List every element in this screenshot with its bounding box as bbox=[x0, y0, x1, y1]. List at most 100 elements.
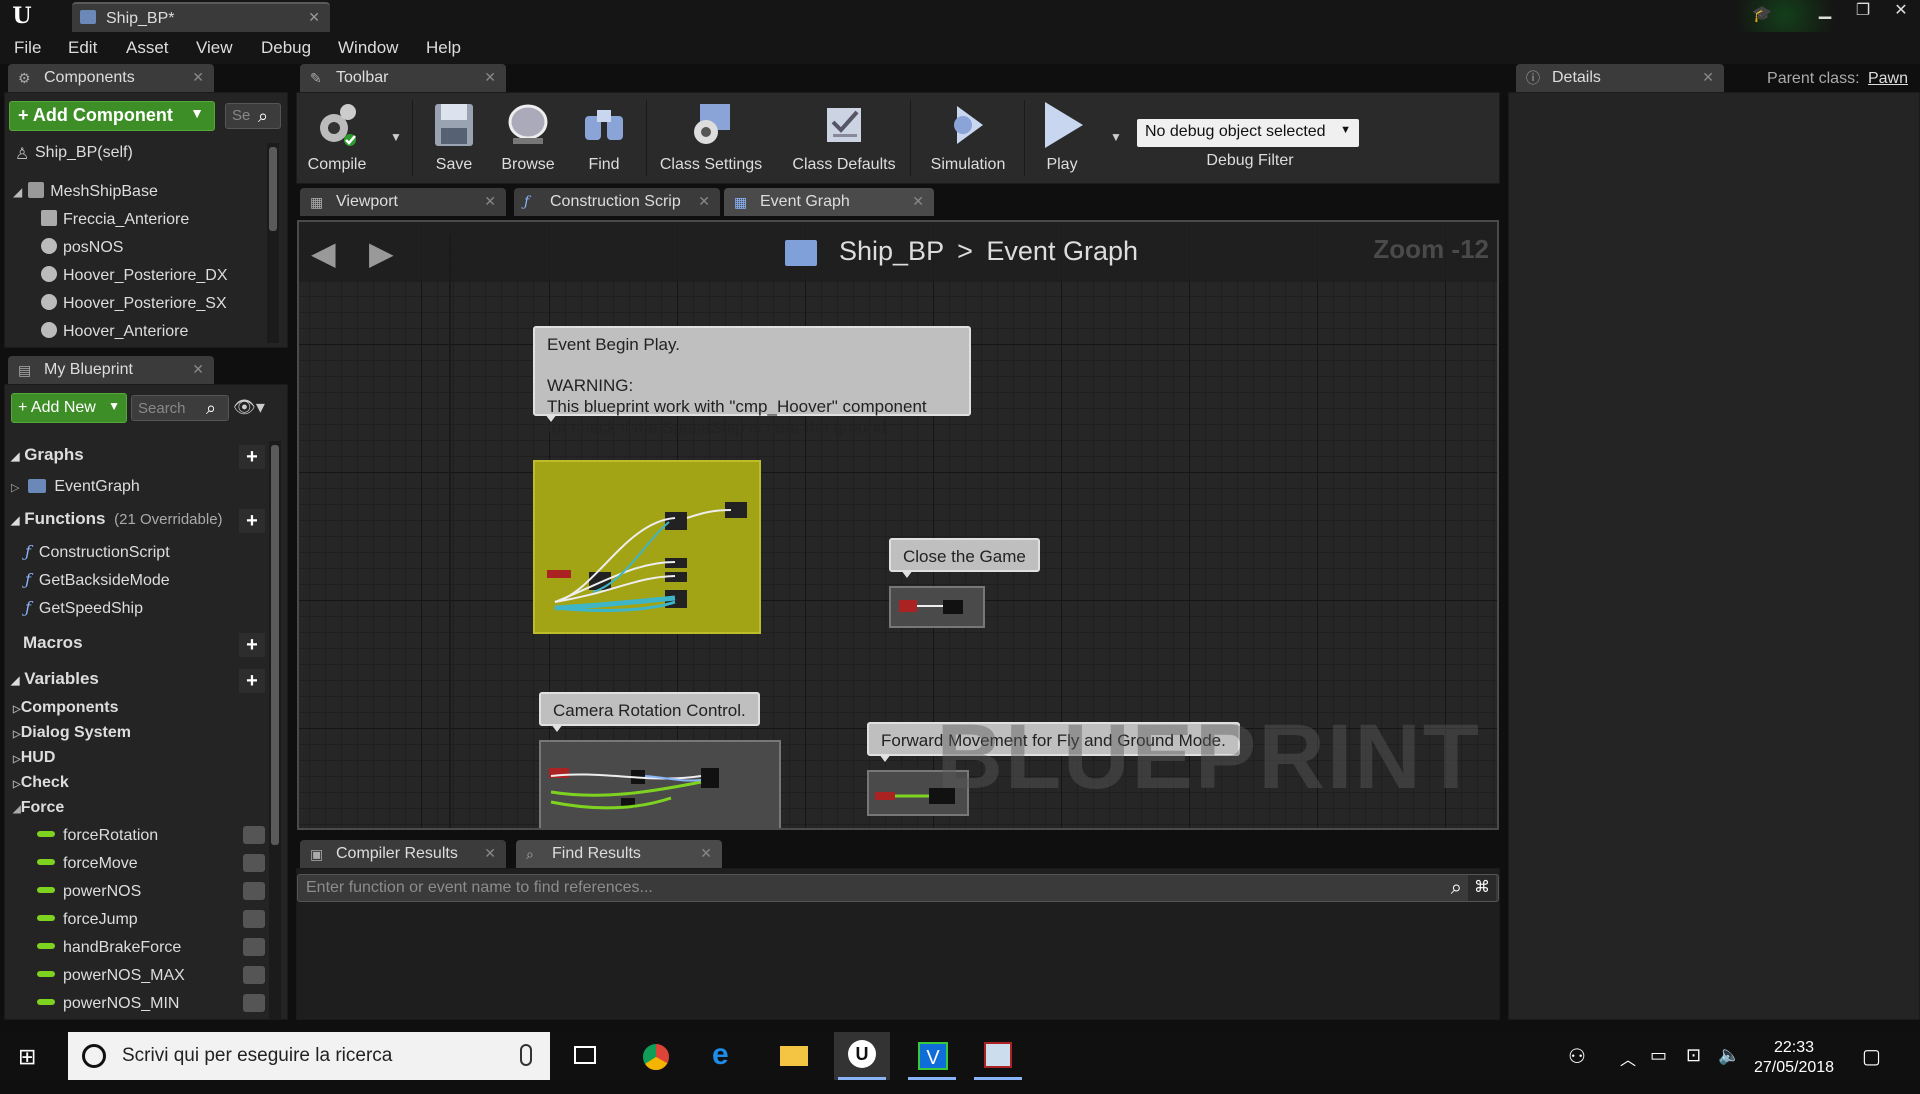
variable-item[interactable]: forceMove bbox=[37, 854, 265, 873]
category-macros[interactable]: Macros + bbox=[11, 633, 267, 659]
taskbar-search-box[interactable]: Scrivi qui per eseguire la ricerca bbox=[68, 1032, 550, 1080]
tree-item-hoover-posteriore-dx[interactable]: Hoover_Posteriore_DX bbox=[41, 266, 228, 285]
menu-asset[interactable]: Asset bbox=[126, 38, 169, 58]
add-function-button[interactable]: + bbox=[239, 509, 265, 533]
add-component-button[interactable]: + Add Component ▼ bbox=[9, 101, 215, 131]
begin-play-node-group[interactable] bbox=[533, 460, 761, 634]
tab-components[interactable]: ⚙ Components ✕ bbox=[8, 64, 214, 92]
variable-item[interactable]: powerNOS_MIN bbox=[37, 994, 265, 1013]
tab-toolbar[interactable]: ✎ Toolbar ✕ bbox=[300, 64, 506, 92]
close-find-results-icon[interactable]: ✕ bbox=[700, 845, 712, 862]
search-icon[interactable]: ⌕ bbox=[1451, 877, 1462, 900]
tree-item-freccia[interactable]: Freccia_Anteriore bbox=[41, 210, 189, 229]
comment-event-begin-play[interactable]: Event Begin Play. WARNING: This blueprin… bbox=[533, 326, 971, 437]
file-explorer-app[interactable] bbox=[766, 1032, 822, 1080]
close-window-button[interactable]: ✕ bbox=[1882, 0, 1920, 24]
find-references-input[interactable]: Enter function or event name to find ref… bbox=[297, 874, 1499, 902]
visual-studio-app[interactable]: V bbox=[904, 1032, 960, 1080]
category-variables[interactable]: ◢ Variables + bbox=[11, 669, 267, 695]
find-in-all-blueprints-binoculars-icon[interactable]: ⌘ bbox=[1468, 875, 1496, 901]
visibility-toggle-icon[interactable] bbox=[243, 910, 265, 928]
variable-item[interactable]: forceRotation bbox=[37, 826, 265, 845]
function-item-getbacksidemode[interactable]: ƒ GetBacksideMode bbox=[25, 570, 170, 590]
close-viewport-icon[interactable]: ✕ bbox=[484, 193, 496, 210]
menu-edit[interactable]: Edit bbox=[68, 38, 97, 58]
back-arrow-icon[interactable]: ◀ bbox=[311, 234, 336, 272]
visibility-toggle-icon[interactable] bbox=[243, 854, 265, 872]
function-item-constructionscript[interactable]: ƒ ConstructionScript bbox=[25, 542, 170, 562]
restore-button[interactable]: ❐ bbox=[1844, 0, 1882, 24]
expand-arrow-icon[interactable]: ◢ bbox=[13, 185, 22, 199]
visibility-toggle-icon[interactable] bbox=[243, 882, 265, 900]
add-graph-button[interactable]: + bbox=[239, 445, 265, 469]
close-game-node-group[interactable] bbox=[889, 586, 985, 628]
visibility-toggle-icon[interactable] bbox=[243, 938, 265, 956]
close-my-blueprint-icon[interactable]: ✕ bbox=[192, 361, 204, 378]
menu-help[interactable]: Help bbox=[426, 38, 461, 58]
variable-item[interactable]: powerNOS bbox=[37, 882, 265, 901]
task-view-button[interactable] bbox=[558, 1032, 614, 1080]
parent-class-link[interactable]: Pawn bbox=[1868, 70, 1908, 87]
var-category-dialog-system[interactable]: ▷Dialog System bbox=[13, 724, 131, 742]
photo-app[interactable] bbox=[970, 1032, 1026, 1080]
category-graphs[interactable]: ◢ Graphs + bbox=[11, 445, 267, 471]
close-construction-script-icon[interactable]: ✕ bbox=[698, 193, 710, 210]
function-item-getspeedship[interactable]: ƒ GetSpeedShip bbox=[25, 598, 143, 618]
tab-viewport[interactable]: ▦ Viewport ✕ bbox=[300, 188, 506, 216]
add-variable-button[interactable]: + bbox=[239, 669, 265, 693]
tab-event-graph[interactable]: ▦ Event Graph ✕ bbox=[724, 188, 934, 216]
close-compiler-results-icon[interactable]: ✕ bbox=[484, 845, 496, 862]
close-toolbar-icon[interactable]: ✕ bbox=[484, 69, 496, 86]
var-category-check[interactable]: ▷Check bbox=[13, 774, 69, 792]
menu-window[interactable]: Window bbox=[338, 38, 398, 58]
tab-compiler-results[interactable]: ▣ Compiler Results ✕ bbox=[300, 840, 506, 868]
class-defaults-button[interactable]: Class Defaults bbox=[784, 100, 904, 180]
breadcrumb-root[interactable]: Ship_BP bbox=[839, 236, 944, 266]
forward-arrow-icon[interactable]: ▶ bbox=[369, 234, 394, 272]
camera-rotation-node-group[interactable] bbox=[539, 740, 781, 828]
components-scrollbar[interactable] bbox=[267, 143, 279, 343]
my-blueprint-scrollbar[interactable] bbox=[269, 441, 281, 1019]
visibility-toggle-icon[interactable] bbox=[243, 994, 265, 1012]
chrome-app[interactable] bbox=[628, 1032, 684, 1080]
minimize-button[interactable]: ▁ bbox=[1806, 0, 1844, 24]
tree-item-self[interactable]: ♙ Ship_BP(self) bbox=[15, 144, 133, 163]
close-components-icon[interactable]: ✕ bbox=[192, 69, 204, 86]
category-functions[interactable]: ◢ Functions (21 Overridable) + bbox=[11, 509, 267, 535]
play-options-chevron-icon[interactable]: ▼ bbox=[1110, 130, 1122, 144]
find-button[interactable]: Find bbox=[564, 100, 644, 180]
tree-item-meshshipbase[interactable]: ◢ MeshShipBase bbox=[13, 182, 158, 201]
close-tab-icon[interactable]: ✕ bbox=[308, 9, 320, 26]
people-icon[interactable]: ⚇ bbox=[1568, 1044, 1586, 1092]
menu-view[interactable]: View bbox=[196, 38, 233, 58]
graph-item-eventgraph[interactable]: ▷ EventGraph bbox=[11, 478, 140, 496]
comment-close-the-game[interactable]: Close the Game bbox=[889, 538, 1040, 578]
close-details-icon[interactable]: ✕ bbox=[1702, 69, 1714, 86]
browse-button[interactable]: Browse bbox=[488, 100, 568, 180]
document-tab[interactable]: Ship_BP* ✕ bbox=[72, 2, 330, 32]
action-center-icon[interactable]: ▢ bbox=[1862, 1044, 1881, 1092]
class-settings-button[interactable]: Class Settings bbox=[652, 100, 770, 180]
comment-camera-rotation[interactable]: Camera Rotation Control. bbox=[539, 692, 760, 732]
tree-item-hoover-posteriore-sx[interactable]: Hoover_Posteriore_SX bbox=[41, 294, 227, 313]
var-category-hud[interactable]: ▷HUD bbox=[13, 749, 55, 767]
tab-find-results[interactable]: ⌕ Find Results ✕ bbox=[516, 840, 722, 868]
my-blueprint-scrollbar-thumb[interactable] bbox=[271, 445, 279, 845]
var-category-force[interactable]: ◢Force bbox=[13, 799, 64, 817]
play-button[interactable]: Play bbox=[1020, 100, 1104, 180]
windows-start-icon[interactable]: ⊞ bbox=[18, 1044, 46, 1069]
view-options-eye-icon[interactable]: 👁▾ bbox=[233, 397, 277, 419]
save-button[interactable]: Save bbox=[414, 100, 494, 180]
learn-icon[interactable]: 🎓 bbox=[1752, 4, 1774, 23]
tree-item-hoover-anteriore[interactable]: Hoover_Anteriore bbox=[41, 322, 188, 341]
my-blueprint-search-input[interactable]: Search ⌕ bbox=[131, 395, 229, 421]
simulation-button[interactable]: Simulation bbox=[916, 100, 1020, 180]
tab-details[interactable]: ⓘ Details ✕ bbox=[1516, 64, 1724, 92]
network-icon[interactable]: ⊡ bbox=[1686, 1045, 1701, 1093]
show-hidden-icons-chevron-icon[interactable]: ︿ bbox=[1620, 1046, 1636, 1094]
edge-app[interactable]: e bbox=[698, 1032, 754, 1080]
unreal-editor-app[interactable]: U bbox=[834, 1032, 890, 1080]
event-graph-canvas[interactable]: ◀ ▶ Ship_BP > Event Graph Zoom -12 Event… bbox=[297, 220, 1499, 830]
components-search-input[interactable]: Se ⌕ bbox=[225, 103, 281, 129]
variable-item[interactable]: forceJump bbox=[37, 910, 265, 929]
